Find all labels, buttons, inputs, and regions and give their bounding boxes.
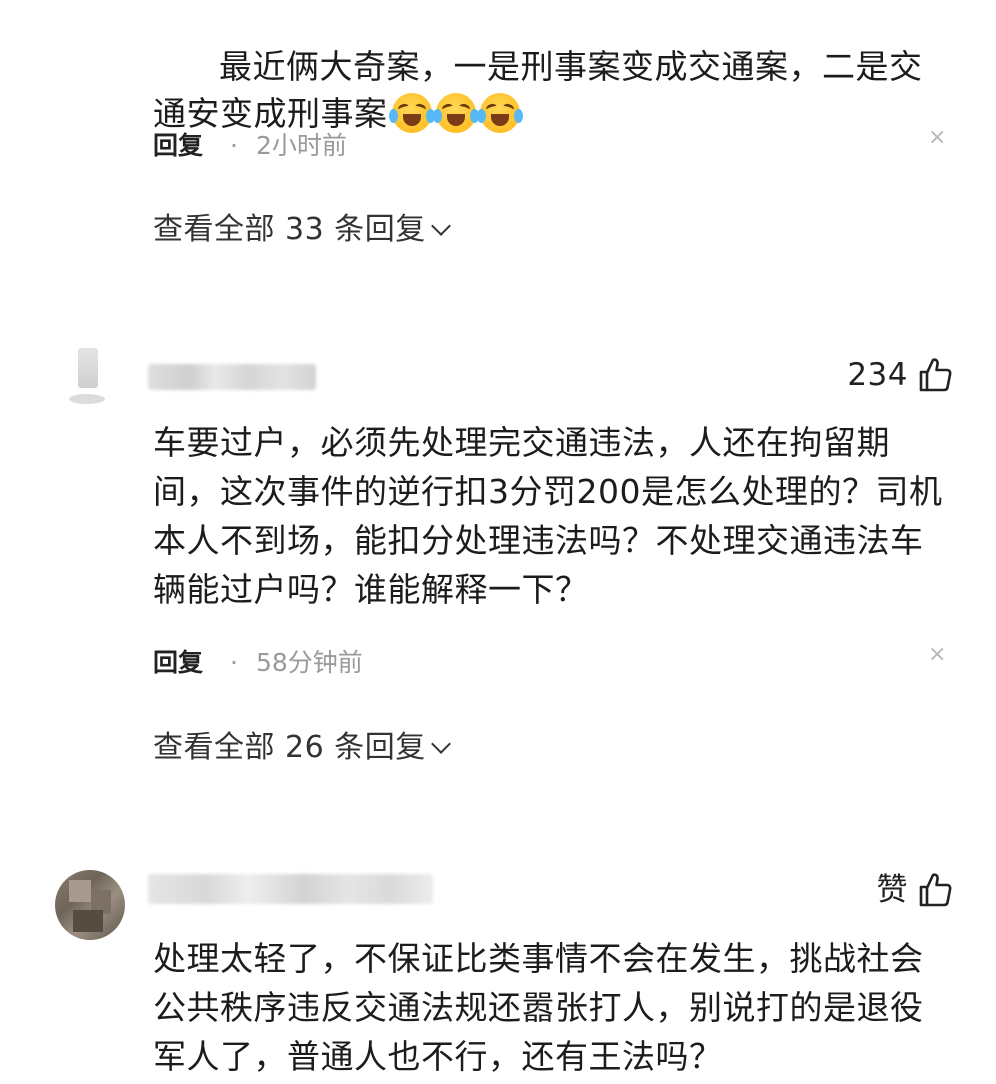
username-blurred[interactable] bbox=[148, 874, 433, 904]
comment-2-meta: 回复 · 58分钟前 × bbox=[153, 643, 953, 683]
username-blurred[interactable] bbox=[148, 364, 316, 390]
close-icon[interactable]: × bbox=[928, 644, 948, 666]
like-label: 赞 bbox=[876, 872, 908, 908]
view-all-replies-button[interactable]: 查看全部 26 条回复 bbox=[153, 726, 451, 770]
like-button[interactable]: 赞 bbox=[877, 870, 953, 910]
view-all-replies-button[interactable]: 查看全部 33 条回复 bbox=[153, 208, 451, 252]
reply-button[interactable]: 回复 bbox=[153, 126, 203, 166]
thumbs-up-icon bbox=[919, 358, 952, 392]
comment-3-text: 处理太轻了，不保证比类事情不会在发生，挑战社会公共秩序违反交通法规还嚣张打人，别… bbox=[153, 939, 924, 1076]
comment-timestamp: 2小时前 bbox=[256, 131, 347, 160]
reply-button[interactable]: 回复 bbox=[153, 643, 203, 683]
comment-1-text-body: 最近俩大奇案，一是刑事案变成交通案，二是交通安变成刑事案 bbox=[153, 47, 923, 133]
close-icon[interactable]: × bbox=[928, 127, 948, 149]
avatar[interactable] bbox=[55, 346, 125, 416]
like-count: 234 bbox=[847, 357, 908, 393]
comment-1-meta: 回复 · 2小时前 × bbox=[153, 126, 953, 166]
comment-2-text: 车要过户，必须先处理完交通违法，人还在拘留期间，这次事件的逆行扣3分罚200是怎… bbox=[153, 423, 943, 609]
view-replies-label: 查看全部 33 条回复 bbox=[153, 212, 426, 247]
like-button[interactable]: 234 bbox=[847, 355, 952, 395]
meta-separator: · bbox=[230, 131, 238, 160]
thumbs-up-icon bbox=[919, 873, 952, 907]
chevron-down-icon bbox=[430, 216, 451, 236]
avatar[interactable] bbox=[55, 870, 125, 940]
chevron-down-icon bbox=[430, 734, 451, 754]
comment-timestamp: 58分钟前 bbox=[256, 648, 363, 677]
meta-separator: · bbox=[230, 648, 238, 677]
comment-list: 最近俩大奇案，一是刑事案变成交通案，二是交通安变成刑事案 回复 · 2小时前 ×… bbox=[0, 0, 996, 1084]
view-replies-label: 查看全部 26 条回复 bbox=[153, 730, 426, 765]
